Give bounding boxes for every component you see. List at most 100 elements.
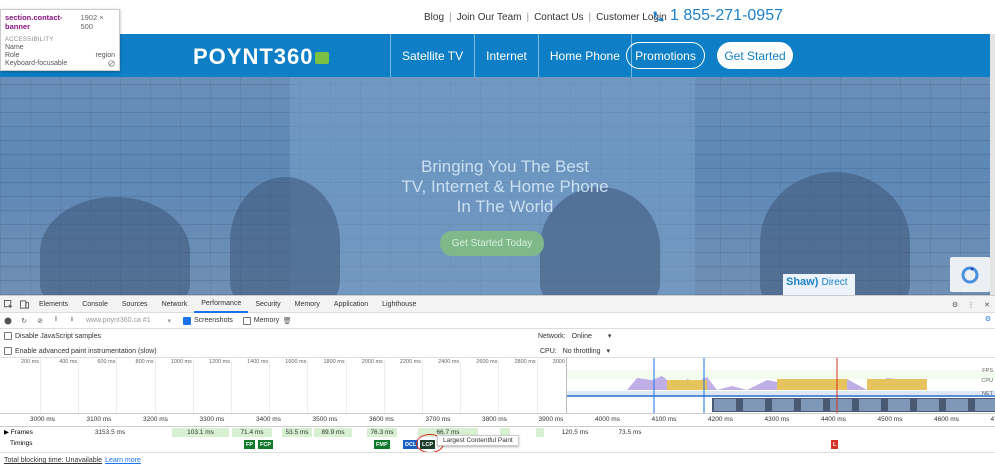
timeline-tick: 3300 ms xyxy=(199,416,225,423)
advanced-paint-option[interactable]: Enable advanced paint instrumentation (s… xyxy=(4,345,157,357)
memory-checkbox[interactable] xyxy=(242,316,251,325)
reload-record-icon[interactable]: ↻ xyxy=(16,313,32,329)
nav-home-phone[interactable]: Home Phone xyxy=(537,34,632,77)
join-team-link[interactable]: Join Our Team xyxy=(457,12,522,23)
frames-label[interactable]: ▶ Frames xyxy=(4,428,33,436)
tab-elements[interactable]: Elements xyxy=(32,296,75,313)
overview-tick: 2000 ms xyxy=(362,359,385,415)
separator: | xyxy=(526,12,530,23)
overview-tick-label: 1000 ms xyxy=(170,359,192,365)
device-toolbar-icon[interactable] xyxy=(16,296,32,313)
frame-segment[interactable]: 120.5 ms xyxy=(555,428,595,437)
tab-security[interactable]: Security xyxy=(248,296,287,313)
upload-icon[interactable]: ⭱ xyxy=(48,313,64,329)
network-select[interactable]: Online xyxy=(572,333,592,340)
frame-segment[interactable]: 103.1 ms xyxy=(172,428,229,437)
screenshots-toggle[interactable]: Screenshots xyxy=(183,316,233,325)
tooltip-selector: section.contact-banner xyxy=(5,13,63,31)
overview-tick-label: 1600 ms xyxy=(285,359,307,365)
promotions-button[interactable]: Promotions xyxy=(626,42,705,69)
performance-toolbar: ↻ ⊘ ⭱ ⭳ www.poynt360.ca #1 ▾ Screenshots … xyxy=(0,313,995,329)
frame-segment[interactable]: 73.5 ms xyxy=(610,428,650,437)
chevron-down-icon: ▾ xyxy=(167,317,171,325)
phone-number[interactable]: 1 855-271-0957 xyxy=(652,7,783,25)
poynt360-logo[interactable]: POYNT360 xyxy=(193,44,329,70)
disable-js-option[interactable]: Disable JavaScript samples xyxy=(4,330,101,342)
nav-internet[interactable]: Internet xyxy=(474,34,538,77)
cpu-throttle: CPU: No throttling ▾ xyxy=(538,345,610,357)
tab-memory[interactable]: Memory xyxy=(288,296,327,313)
trash-icon[interactable]: 🗑 xyxy=(279,313,295,329)
nav-items: Satellite TV Internet Home Phone xyxy=(390,34,632,77)
tab-console[interactable]: Console xyxy=(75,296,115,313)
frames-label-text: Frames xyxy=(10,429,33,436)
disable-js-checkbox[interactable] xyxy=(4,332,12,340)
main-nav: POYNT360 Satellite TV Internet Home Phon… xyxy=(0,34,995,77)
page-scrollbar[interactable] xyxy=(990,34,995,295)
fps-label: FPS xyxy=(982,368,993,374)
tooltip-label: Name xyxy=(5,44,24,51)
contact-link[interactable]: Contact Us xyxy=(534,12,583,23)
get-started-today-button[interactable]: Get Started Today xyxy=(440,231,544,256)
blog-link[interactable]: Blog xyxy=(424,12,444,23)
timeline-tick: 4400 ms xyxy=(821,416,846,423)
load-marker[interactable]: L xyxy=(831,440,839,449)
timeline-tick: 3900 ms xyxy=(538,416,564,423)
screenshots-checkbox[interactable] xyxy=(183,316,191,325)
nav-satellite-tv[interactable]: Satellite TV xyxy=(390,34,474,77)
overview-tick: 1800 ms xyxy=(323,359,347,415)
get-started-button[interactable]: Get Started xyxy=(717,42,793,69)
inspect-element-icon[interactable] xyxy=(0,296,16,313)
disable-js-label: Disable JavaScript samples xyxy=(15,332,101,340)
tab-application[interactable]: Application xyxy=(327,296,375,313)
fp-marker[interactable]: FP xyxy=(244,440,256,449)
frame-segment[interactable]: 76.3 ms xyxy=(367,428,397,437)
close-icon[interactable]: ✕ xyxy=(979,296,995,313)
overview-tick-label: 1400 ms xyxy=(247,359,269,365)
more-options-icon[interactable]: ⋮ xyxy=(963,296,979,313)
download-icon[interactable]: ⭳ xyxy=(64,313,80,329)
memory-toggle[interactable]: Memory xyxy=(242,316,280,325)
frame-segment[interactable]: 71.4 ms xyxy=(232,428,272,437)
logo-badge xyxy=(314,52,329,64)
screenshots-label: Screenshots xyxy=(194,317,233,324)
timeline-tick: 470 xyxy=(990,416,995,423)
hero-title-line: In The World xyxy=(456,197,554,216)
capture-settings-icon[interactable]: ⚙ xyxy=(985,315,991,323)
frame-segment[interactable]: 89.9 ms xyxy=(314,428,352,437)
tab-performance[interactable]: Performance xyxy=(194,296,249,313)
devtools-footer: Total blocking time: Unavailable Learn m… xyxy=(0,452,995,468)
tab-network[interactable]: Network xyxy=(155,296,195,313)
tooltip-row: Role region xyxy=(5,52,115,59)
advanced-paint-checkbox[interactable] xyxy=(4,347,12,355)
overview-selection[interactable]: FPS CPU NET xyxy=(566,358,995,414)
timeline-tick: 3800 ms xyxy=(482,416,507,423)
overview-tick: 600 ms xyxy=(97,359,118,415)
frame-segment[interactable]: 53.5 ms xyxy=(282,428,312,437)
fmp-marker[interactable]: FMP xyxy=(374,440,390,449)
overview-tick-label: 1200 ms xyxy=(208,359,230,365)
frame-segment[interactable]: 3153.5 ms xyxy=(60,428,160,437)
recaptcha-badge[interactable] xyxy=(950,257,990,292)
frame-segment[interactable] xyxy=(536,428,544,437)
memory-label: Memory xyxy=(253,317,280,324)
tab-lighthouse[interactable]: Lighthouse xyxy=(375,296,423,313)
record-icon[interactable] xyxy=(0,313,16,329)
timings-label[interactable]: Timings xyxy=(10,440,33,447)
cpu-select[interactable]: No throttling xyxy=(563,348,601,355)
tab-sources[interactable]: Sources xyxy=(115,296,155,313)
overview-tick-label: 800 ms xyxy=(135,359,154,365)
timeline-overview[interactable]: 200 ms 400 ms 600 ms 800 ms 1000 ms 1200 ms 14… xyxy=(0,357,995,415)
learn-more-link[interactable]: Learn more xyxy=(105,457,141,464)
gear-icon[interactable]: ⚙ xyxy=(947,296,963,313)
recording-select[interactable]: www.poynt360.ca #1 ▾ xyxy=(86,317,171,325)
clear-icon[interactable]: ⊘ xyxy=(32,313,48,329)
devtools-tabbar: Elements Console Sources Network Perform… xyxy=(0,296,995,313)
advanced-paint-label: Enable advanced paint instrumentation (s… xyxy=(15,347,157,355)
timeline-tick: 4200 ms xyxy=(708,416,733,423)
fcp-marker[interactable]: FCP xyxy=(258,440,273,449)
tooltip-label: Keyboard-focusable xyxy=(5,60,68,67)
tooltip-value: region xyxy=(95,52,115,59)
timeline-tick: 4100 ms xyxy=(651,416,677,423)
shaw-sub-text: Direct xyxy=(821,277,848,288)
